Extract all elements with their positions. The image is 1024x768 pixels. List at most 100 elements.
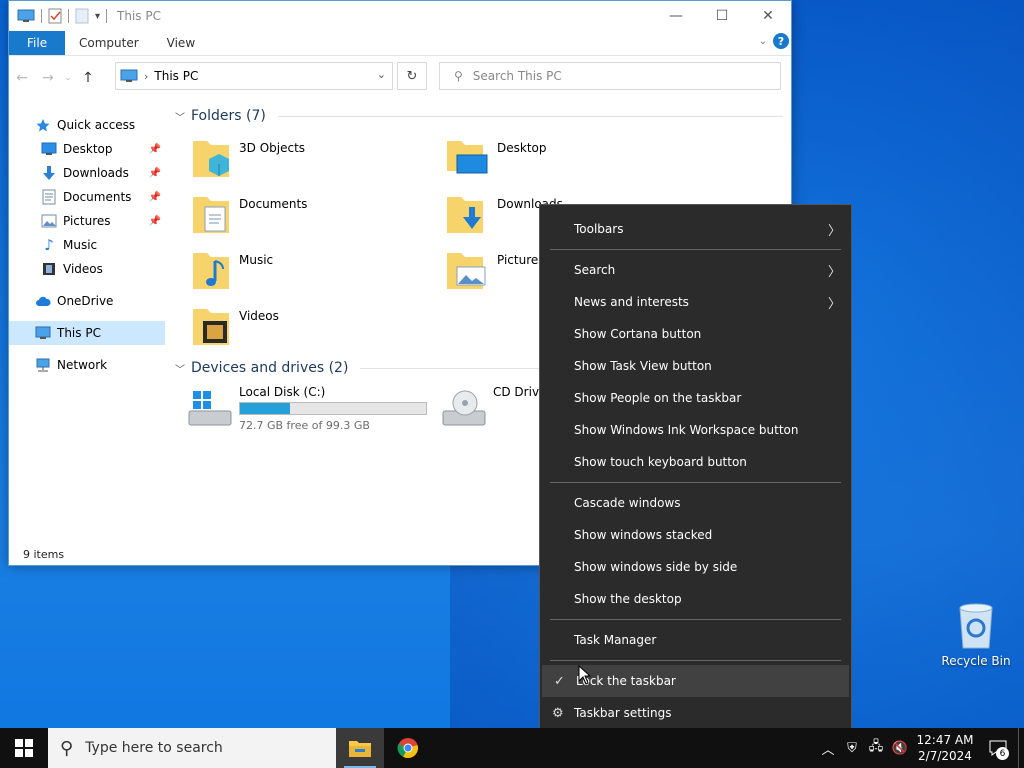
sidebar-item-videos[interactable]: Videos <box>9 257 165 281</box>
title-bar[interactable]: ▾ This PC — ☐ ✕ <box>9 1 791 31</box>
recent-locations-icon[interactable]: ⌄ <box>61 73 75 83</box>
sidebar-item-music[interactable]: ♪ Music <box>9 233 165 257</box>
menu-item-show-task-view[interactable]: Show Task View button <box>540 350 851 382</box>
notification-count-badge: 6 <box>996 747 1009 760</box>
show-hidden-icons-chevron-icon[interactable]: ︿ <box>816 739 840 758</box>
drive-local-disk-c[interactable]: Local Disk (C:) 72.7 GB free of 99.3 GB <box>187 385 427 432</box>
minimize-button[interactable]: — <box>653 1 699 31</box>
expand-ribbon-icon[interactable]: ⌄ <box>759 36 767 47</box>
network-status-icon[interactable]: 🖧 <box>864 737 888 759</box>
properties-icon[interactable] <box>48 8 62 24</box>
search-icon: ⚲ <box>60 737 74 759</box>
address-path: This PC <box>154 69 199 83</box>
tab-view[interactable]: View <box>153 31 209 55</box>
folder-label: 3D Objects <box>239 141 306 155</box>
breadcrumb-chevron-icon: › <box>144 69 149 83</box>
collapse-chevron-icon: ﹀ <box>175 112 185 124</box>
folder-label: Pictures <box>497 253 545 267</box>
sidebar-item-onedrive[interactable]: OneDrive <box>9 289 165 313</box>
close-button[interactable]: ✕ <box>745 1 791 31</box>
volume-muted-icon[interactable]: 🔇 <box>888 741 912 756</box>
show-desktop-button[interactable] <box>1018 728 1024 768</box>
menu-item-windows-stacked[interactable]: Show windows stacked <box>540 519 851 551</box>
recycle-bin[interactable]: Recycle Bin <box>938 600 1014 668</box>
customize-toolbar-icon[interactable]: ▾ <box>95 11 100 22</box>
back-button[interactable]: ← <box>9 70 35 86</box>
start-button[interactable] <box>0 728 48 768</box>
taskbar-chrome[interactable] <box>384 728 432 768</box>
navigation-pane: Quick access Desktop 📌 Downloads 📌 Docum… <box>9 99 165 539</box>
sidebar-item-label: Network <box>57 358 108 372</box>
menu-item-news-and-interests[interactable]: News and interests 〉 <box>540 286 851 318</box>
menu-separator <box>550 660 841 661</box>
clock-time: 12:47 AM <box>916 733 974 747</box>
star-icon <box>35 117 51 133</box>
search-input[interactable]: ⚲ Search This PC <box>439 62 781 90</box>
folder-documents[interactable]: Documents <box>191 191 307 235</box>
menu-item-search[interactable]: Search 〉 <box>540 254 851 286</box>
taskbar[interactable]: ⚲ Type here to search ︿ ⛨ 🖧 🔇 12:47 AM 2… <box>0 728 1024 768</box>
address-dropdown-icon[interactable]: ⌄ <box>377 68 386 81</box>
action-center-button[interactable]: 6 <box>978 728 1018 768</box>
menu-item-show-touch-keyboard[interactable]: Show touch keyboard button <box>540 446 851 478</box>
3d-objects-folder-icon <box>193 141 229 177</box>
menu-item-windows-side-by-side[interactable]: Show windows side by side <box>540 551 851 583</box>
folder-desktop[interactable]: Desktop <box>445 135 547 179</box>
menu-item-show-cortana[interactable]: Show Cortana button <box>540 318 851 350</box>
folder-label: Desktop <box>497 141 547 155</box>
taskbar-search-box[interactable]: ⚲ Type here to search <box>48 728 336 768</box>
menu-item-task-manager[interactable]: Task Manager <box>540 624 851 656</box>
submenu-arrow-icon: 〉 <box>827 296 841 312</box>
menu-item-label: Toolbars <box>574 222 624 236</box>
search-icon: ⚲ <box>454 69 463 83</box>
folder-videos[interactable]: Videos <box>191 303 279 347</box>
tab-file[interactable]: File <box>9 31 65 55</box>
menu-item-label: Taskbar settings <box>574 706 672 720</box>
forward-button[interactable]: → <box>35 70 61 86</box>
menu-item-toolbars[interactable]: Toolbars 〉 <box>540 213 851 245</box>
sidebar-item-documents[interactable]: Documents 📌 <box>9 185 165 209</box>
tab-computer[interactable]: Computer <box>65 31 153 55</box>
desktop-icon <box>41 141 57 157</box>
sidebar-item-network[interactable]: Network <box>9 353 165 377</box>
menu-item-show-ink-workspace[interactable]: Show Windows Ink Workspace button <box>540 414 851 446</box>
pin-icon: 📌 <box>148 215 161 227</box>
address-bar[interactable]: › This PC ⌄ <box>115 62 393 90</box>
address-row: ← → ⌄ ↑ › This PC ⌄ ↻ ⚲ Search This PC <box>9 55 791 99</box>
up-button[interactable]: ↑ <box>75 70 101 86</box>
menu-separator <box>550 482 841 483</box>
pin-icon: 📌 <box>148 167 161 179</box>
pictures-folder-icon <box>447 253 486 289</box>
sidebar-item-this-pc[interactable]: This PC <box>9 321 165 345</box>
help-icon[interactable]: ? <box>773 33 789 49</box>
menu-item-cascade-windows[interactable]: Cascade windows <box>540 487 851 519</box>
refresh-button[interactable]: ↻ <box>397 62 427 90</box>
menu-item-show-people[interactable]: Show People on the taskbar <box>540 382 851 414</box>
sidebar-item-quick-access[interactable]: Quick access <box>9 113 165 137</box>
menu-item-taskbar-settings[interactable]: ⚙ Taskbar settings <box>540 697 851 729</box>
menu-item-label: Cascade windows <box>574 496 681 510</box>
folder-3d-objects[interactable]: 3D Objects <box>191 135 305 179</box>
sidebar-item-downloads[interactable]: Downloads 📌 <box>9 161 165 185</box>
drive-cd[interactable]: CD Drive <box>441 385 546 431</box>
clock[interactable]: 12:47 AM 2/7/2024 <box>912 732 978 764</box>
menu-item-show-desktop[interactable]: Show the desktop <box>540 583 851 615</box>
film-icon <box>41 261 57 277</box>
menu-item-label: News and interests <box>574 295 689 309</box>
folder-pictures[interactable]: Pictures <box>445 247 545 291</box>
security-icon[interactable]: ⛨ <box>840 741 864 756</box>
folders-group-header[interactable]: ﹀ Folders (7) <box>171 105 791 127</box>
sidebar-item-label: Desktop <box>63 142 113 156</box>
menu-item-label: Show Cortana button <box>574 327 702 341</box>
pin-icon: 📌 <box>148 143 161 155</box>
maximize-button[interactable]: ☐ <box>699 1 745 31</box>
drive-free-space: 72.7 GB free of 99.3 GB <box>239 419 370 432</box>
sidebar-item-pictures[interactable]: Pictures 📌 <box>9 209 165 233</box>
taskbar-file-explorer[interactable] <box>336 728 384 768</box>
videos-folder-icon <box>193 309 229 345</box>
new-folder-icon[interactable] <box>75 8 89 24</box>
folder-music[interactable]: Music <box>191 247 273 291</box>
sidebar-item-desktop[interactable]: Desktop 📌 <box>9 137 165 161</box>
sidebar-item-label: Music <box>63 238 98 252</box>
menu-item-label: Show windows stacked <box>574 528 713 542</box>
